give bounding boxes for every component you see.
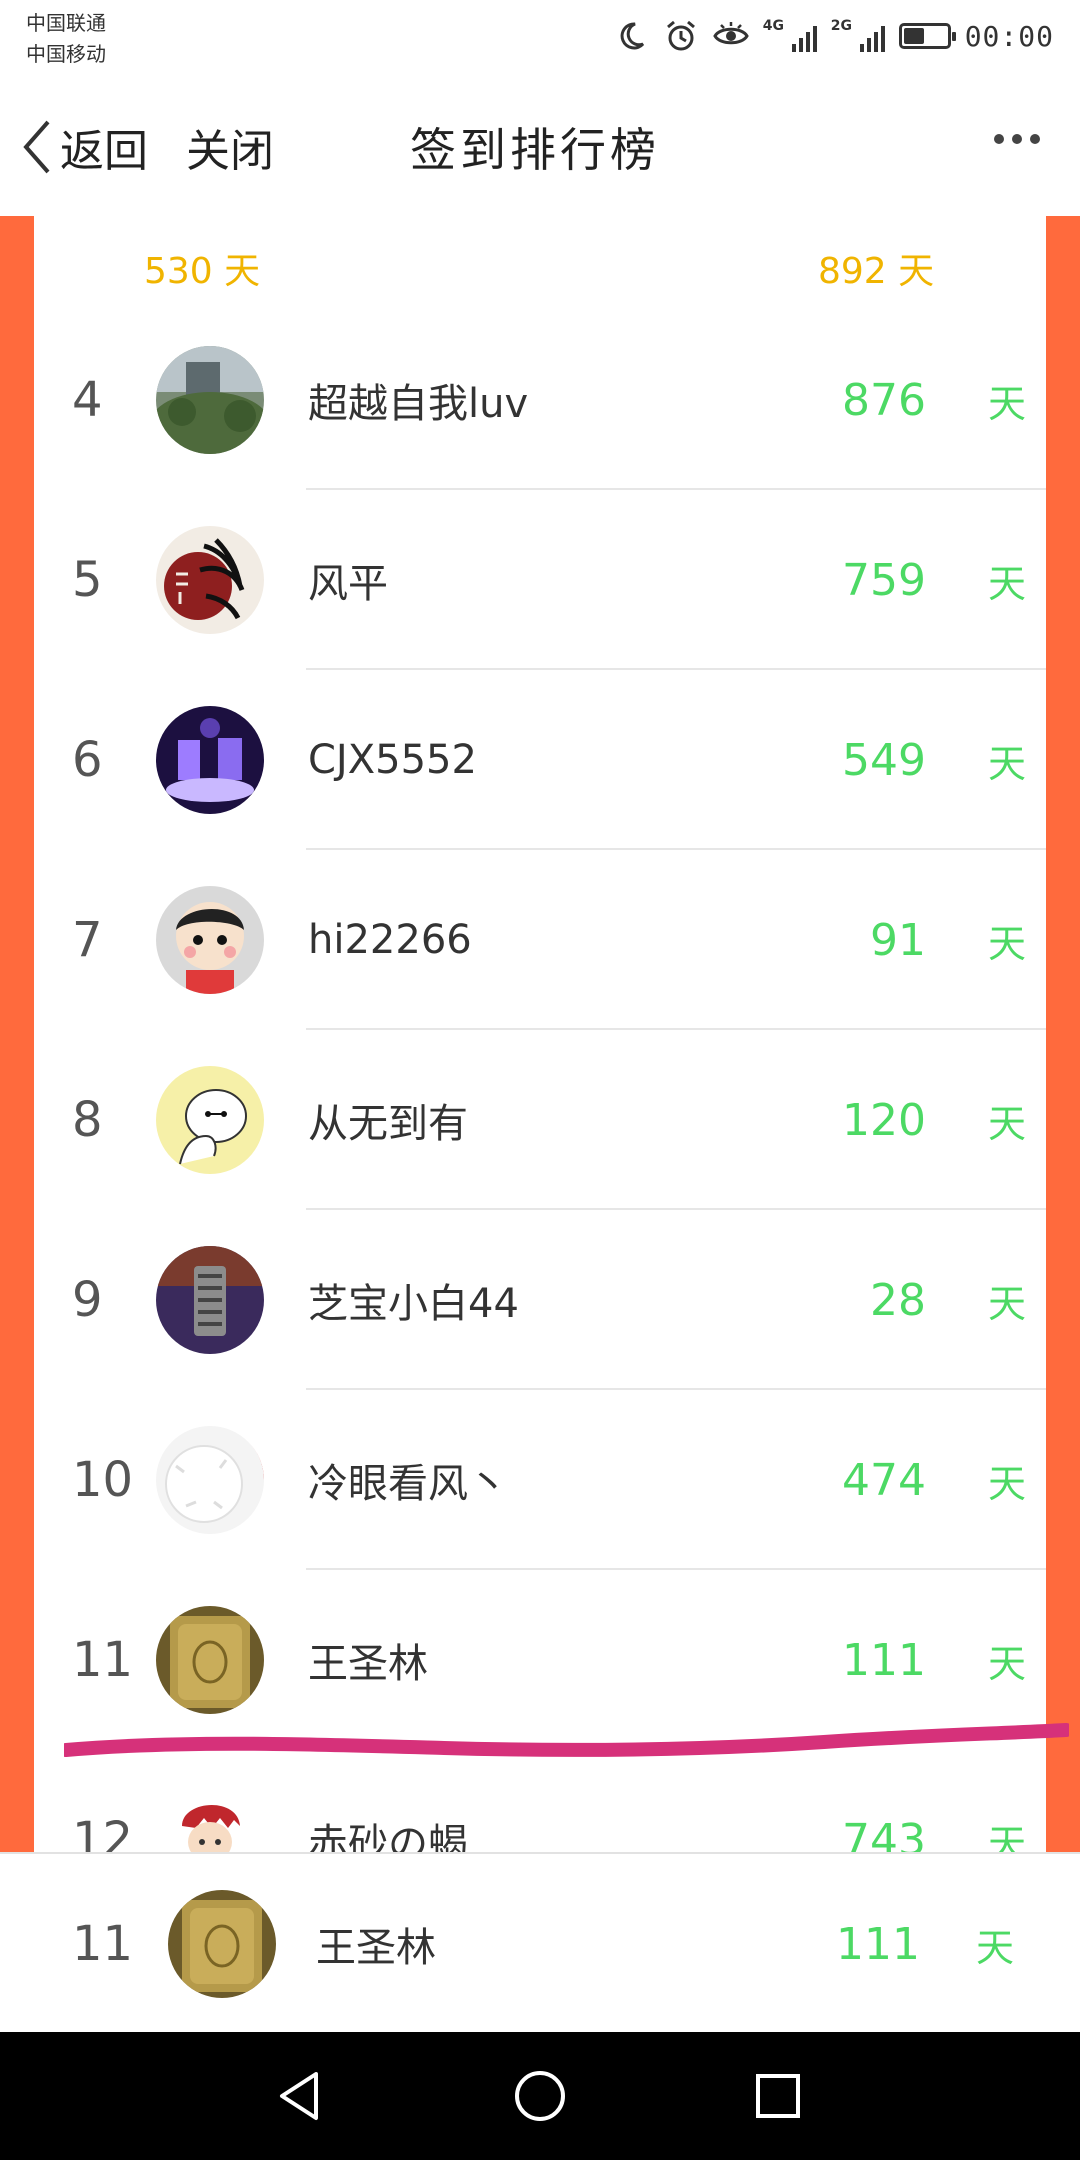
- days-unit: 天: [987, 921, 1026, 966]
- days-unit: 天: [987, 1821, 1026, 1853]
- leaderboard-list[interactable]: 4 超越自我luv 876 天 5 风平 759 天 6 CJX5552 549…: [34, 310, 1046, 1852]
- checkin-days: 474: [842, 1454, 926, 1506]
- rank-number: 6: [72, 732, 103, 788]
- user-name: 超越自我luv: [308, 381, 529, 427]
- user-name: CJX5552: [308, 737, 477, 783]
- page-title: 签到排行榜: [410, 123, 660, 177]
- eye-icon: [712, 18, 749, 54]
- frame-right: [1046, 216, 1080, 1852]
- avatar: [156, 1426, 264, 1534]
- chevron-left-icon: [23, 120, 50, 174]
- more-dots-icon: [994, 134, 1004, 144]
- avatar: [156, 706, 264, 814]
- signal-icon-sim1: 4G: [763, 18, 817, 54]
- avatar: [156, 1066, 264, 1174]
- my-rank-bar[interactable]: 11 王圣林 111 天: [0, 1852, 1080, 2034]
- rank-number: 7: [72, 912, 103, 968]
- carrier-labels: 中国联通 中国移动: [26, 8, 106, 70]
- my-avatar: [168, 1890, 276, 1998]
- avatar: [156, 1606, 264, 1714]
- list-item[interactable]: 5 风平 759 天: [34, 490, 1046, 670]
- rank-number: 9: [72, 1272, 103, 1328]
- checkin-days: 876: [842, 374, 926, 426]
- my-user-name: 王圣林: [316, 1925, 436, 1971]
- user-name: 冷眼看风丶: [308, 1461, 508, 1507]
- clock: 00:00: [964, 19, 1054, 53]
- carrier-1: 中国联通: [26, 11, 106, 35]
- battery-icon: [898, 23, 956, 49]
- my-days-unit: 天: [975, 1925, 1014, 1970]
- alarm-icon: [663, 18, 699, 54]
- checkin-days: 91: [870, 914, 926, 966]
- checkin-days: 28: [870, 1274, 926, 1326]
- avatar: [156, 886, 264, 994]
- rank-number: 5: [72, 552, 103, 608]
- rank-number: 10: [72, 1452, 134, 1508]
- user-name: 芝宝小白44: [308, 1281, 519, 1327]
- rank-number: 4: [72, 372, 103, 428]
- carrier-2: 中国移动: [26, 42, 106, 66]
- list-item[interactable]: 10 冷眼看风丶 474 天: [34, 1390, 1046, 1570]
- back-triangle-icon[interactable]: [268, 2064, 332, 2128]
- list-item[interactable]: 6 CJX5552 549 天: [34, 670, 1046, 850]
- home-circle-icon[interactable]: [508, 2064, 572, 2128]
- podium-days-left: 530 天: [144, 251, 261, 292]
- avatar: [156, 346, 264, 454]
- user-name: 从无到有: [308, 1101, 468, 1147]
- user-name: hi22266: [308, 917, 472, 963]
- my-checkin-days: 111: [836, 1918, 920, 1970]
- status-icons: 4G 2G 00:00: [613, 14, 1054, 58]
- nav-bar: 返回 关闭 签到排行榜: [0, 80, 1080, 217]
- close-button[interactable]: 关闭: [186, 110, 274, 184]
- avatar: [156, 526, 264, 634]
- network-type-1: 4G: [762, 18, 784, 34]
- signal-icon-sim2: 2G: [831, 18, 885, 54]
- days-unit: 天: [987, 561, 1026, 606]
- more-button[interactable]: [994, 134, 1040, 144]
- user-name: 赤砂の蝎: [308, 1821, 468, 1852]
- checkin-days: 549: [842, 734, 926, 786]
- days-unit: 天: [987, 1461, 1026, 1506]
- podium-strip: 530 天 892 天: [34, 216, 1046, 312]
- checkin-days: 120: [842, 1094, 926, 1146]
- checkin-days: 743: [842, 1814, 926, 1853]
- list-item[interactable]: 12 赤砂の蝎 743 天: [34, 1750, 1046, 1852]
- days-unit: 天: [987, 381, 1026, 426]
- list-item[interactable]: 8 从无到有 120 天: [34, 1030, 1046, 1210]
- back-label: 返回: [60, 126, 148, 177]
- avatar: [156, 1246, 264, 1354]
- rank-number: 8: [72, 1092, 103, 1148]
- list-item[interactable]: 4 超越自我luv 876 天: [34, 310, 1046, 490]
- moon-icon: [613, 18, 649, 54]
- podium-days-right: 892 天: [818, 251, 935, 292]
- back-button[interactable]: 返回: [22, 110, 148, 184]
- frame-left: [0, 216, 34, 1852]
- network-type-2: 2G: [830, 18, 852, 34]
- rank-number: 12: [72, 1812, 134, 1852]
- days-unit: 天: [987, 741, 1026, 786]
- recents-square-icon[interactable]: [746, 2064, 810, 2128]
- list-item[interactable]: 7 hi22266 91 天: [34, 850, 1046, 1030]
- my-rank-number: 11: [72, 1916, 134, 1972]
- status-bar: 中国联通 中国移动 4G 2G 00:00: [0, 0, 1080, 80]
- days-unit: 天: [987, 1281, 1026, 1326]
- user-name: 风平: [308, 561, 388, 607]
- system-nav-bar: [0, 2032, 1080, 2160]
- checkin-days: 759: [842, 554, 926, 606]
- highlight-stroke: [64, 1723, 1069, 1757]
- days-unit: 天: [987, 1101, 1026, 1146]
- avatar: [156, 1786, 264, 1852]
- list-item[interactable]: 9 芝宝小白44 28 天: [34, 1210, 1046, 1390]
